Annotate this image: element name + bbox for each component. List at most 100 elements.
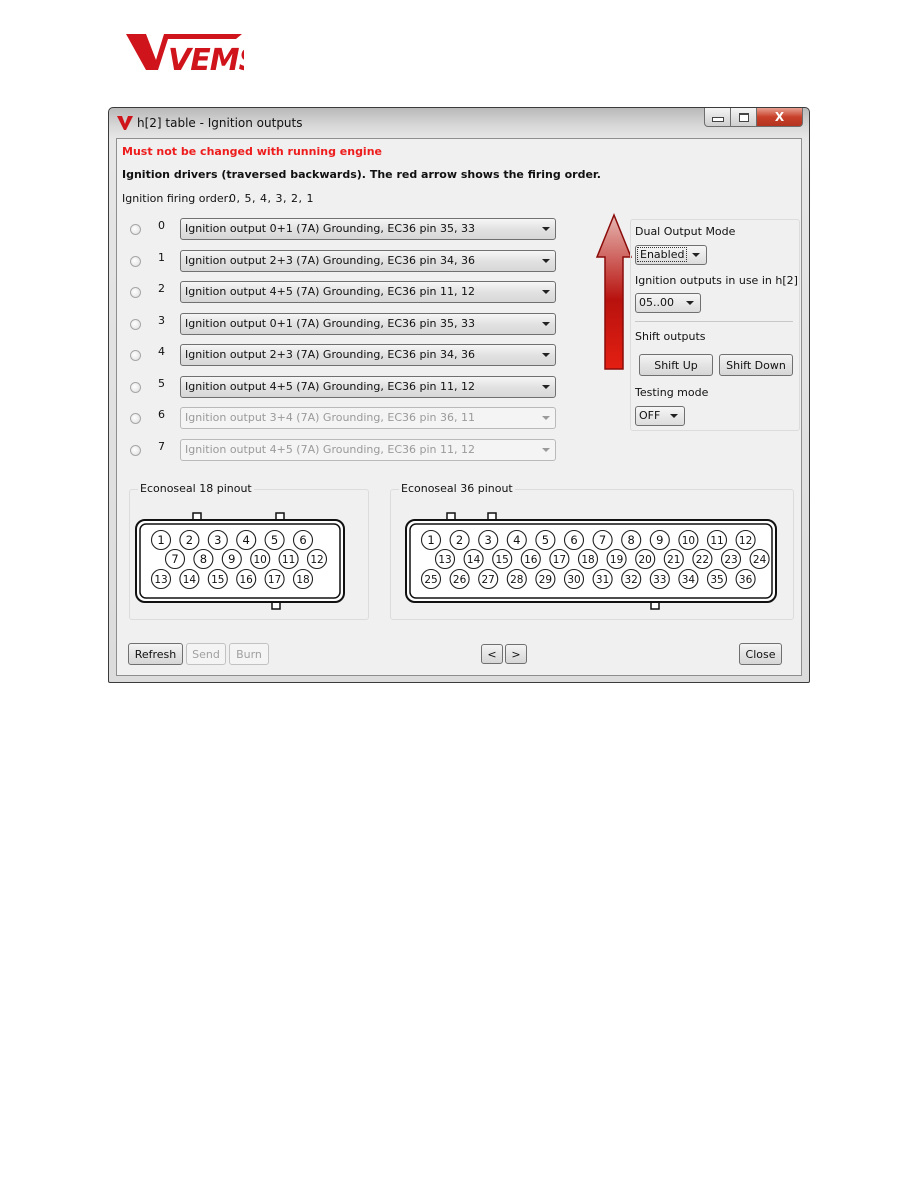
maximize-button[interactable] <box>731 108 757 127</box>
minimize-button[interactable] <box>704 108 731 127</box>
connector-pin: 12 <box>735 529 756 551</box>
next-button[interactable]: > <box>505 644 527 664</box>
chevron-down-icon <box>686 301 694 305</box>
burn-button[interactable]: Burn <box>229 643 269 665</box>
connector-pin: 32 <box>621 568 642 590</box>
connector-pin: 33 <box>649 568 670 590</box>
output-index: 6 <box>158 408 165 421</box>
pin-number: 4 <box>513 533 520 547</box>
pin-number: 10 <box>254 554 267 566</box>
output-select-value: Ignition output 4+5 (7A) Grounding, EC36… <box>185 285 475 298</box>
pin-number: 11 <box>710 535 723 547</box>
output-select[interactable]: Ignition output 2+3 (7A) Grounding, EC36… <box>180 250 556 272</box>
connector-pin: 24 <box>749 548 770 570</box>
output-select[interactable]: Ignition output 0+1 (7A) Grounding, EC36… <box>180 218 556 240</box>
connector-pin: 22 <box>692 548 713 570</box>
output-select[interactable]: Ignition output 4+5 (7A) Grounding, EC36… <box>180 439 556 461</box>
connector-pin: 3 <box>478 529 499 551</box>
outputs-in-use-label: Ignition outputs in use in h[2] <box>635 274 798 287</box>
title-bar[interactable]: h[2] table - Ignition outputs X <box>109 108 809 138</box>
info-text: Ignition drivers (traversed backwards). … <box>122 168 601 181</box>
connector-pin: 20 <box>635 548 656 570</box>
output-radio[interactable] <box>130 445 141 456</box>
output-select[interactable]: Ignition output 4+5 (7A) Grounding, EC36… <box>180 376 556 398</box>
outputs-in-use-select[interactable]: 05..00 <box>635 293 701 313</box>
output-select[interactable]: Ignition output 4+5 (7A) Grounding, EC36… <box>180 281 556 303</box>
pin-number: 31 <box>596 574 609 586</box>
connector-pin: 8 <box>621 529 642 551</box>
connector-pin: 8 <box>193 548 214 570</box>
connector-pin: 15 <box>492 548 513 570</box>
output-select[interactable]: Ignition output 0+1 (7A) Grounding, EC36… <box>180 313 556 335</box>
pin-number: 10 <box>682 535 695 547</box>
econoseal-18-title: Econoseal 18 pinout <box>138 482 254 495</box>
shift-outputs-label: Shift outputs <box>635 330 706 343</box>
pin-number: 27 <box>482 574 495 586</box>
pin-number: 5 <box>542 533 549 547</box>
shift-down-button[interactable]: Shift Down <box>719 354 793 376</box>
previous-button[interactable]: < <box>481 644 503 664</box>
connector-pin: 16 <box>520 548 541 570</box>
connector-pin: 35 <box>706 568 728 590</box>
pin-number: 6 <box>570 533 577 547</box>
pin-number: 9 <box>228 552 235 566</box>
chevron-down-icon <box>692 253 700 257</box>
shift-up-button[interactable]: Shift Up <box>639 354 713 376</box>
output-radio[interactable] <box>130 350 141 361</box>
refresh-button[interactable]: Refresh <box>128 643 183 665</box>
connector-pin: 36 <box>735 568 756 590</box>
pin-number: 22 <box>696 554 709 566</box>
connector-pin: 15 <box>207 568 228 590</box>
connector-pin: 18 <box>577 548 599 570</box>
connector-pin: 14 <box>463 548 484 570</box>
output-select-value: Ignition output 2+3 (7A) Grounding, EC36… <box>185 348 475 361</box>
pin-number: 7 <box>599 533 606 547</box>
connector-pin: 4 <box>506 529 527 551</box>
output-radio[interactable] <box>130 382 141 393</box>
econoseal-18-group: Econoseal 18 pinout 1 2 3 4 5 6 7 8 9 10 11 12 13 14 1… <box>129 482 369 620</box>
pin-number: 29 <box>539 574 552 586</box>
pin-number: 8 <box>628 533 635 547</box>
close-button[interactable]: Close <box>739 643 782 665</box>
output-radio[interactable] <box>130 319 141 330</box>
pin-number: 11 <box>282 554 295 566</box>
dialog-window: h[2] table - Ignition outputs X Must not… <box>108 107 810 683</box>
output-index: 5 <box>158 377 165 390</box>
vems-logo: VEMS <box>126 34 244 74</box>
connector-pin: 6 <box>292 529 314 551</box>
connector-pin: 34 <box>678 568 699 590</box>
connector-pin: 16 <box>236 568 257 590</box>
send-button[interactable]: Send <box>186 643 226 665</box>
pin-number: 14 <box>183 574 197 586</box>
output-select[interactable]: Ignition output 3+4 (7A) Grounding, EC36… <box>180 407 556 429</box>
pin-number: 17 <box>268 574 281 586</box>
output-select[interactable]: Ignition output 2+3 (7A) Grounding, EC36… <box>180 344 556 366</box>
testing-mode-select[interactable]: OFF <box>635 406 685 426</box>
output-select-value: Ignition output 0+1 (7A) Grounding, EC36… <box>185 317 475 330</box>
output-select-value: Ignition output 0+1 (7A) Grounding, EC36… <box>185 222 475 235</box>
output-index: 0 <box>158 219 165 232</box>
pin-number: 12 <box>310 554 323 566</box>
pin-number: 3 <box>214 533 221 547</box>
close-window-button[interactable]: X <box>757 108 803 127</box>
firing-order-value: 0, 5, 4, 3, 2, 1 <box>229 192 314 205</box>
pin-number: 35 <box>710 574 723 586</box>
output-select-value: Ignition output 3+4 (7A) Grounding, EC36… <box>185 411 475 424</box>
connector-pin: 7 <box>164 548 186 570</box>
output-select-value: Ignition output 4+5 (7A) Grounding, EC36… <box>185 443 475 456</box>
output-index: 4 <box>158 345 165 358</box>
options-panel: Dual Output Mode Enabled Ignition output… <box>630 219 800 431</box>
pin-number: 3 <box>485 533 492 547</box>
output-radio[interactable] <box>130 413 141 424</box>
connector-pin: 1 <box>420 529 442 551</box>
pin-number: 24 <box>753 554 767 566</box>
output-radio[interactable] <box>130 287 141 298</box>
chevron-down-icon <box>542 290 550 294</box>
output-radio[interactable] <box>130 224 141 235</box>
pin-number: 16 <box>524 554 538 566</box>
connector-pin: 17 <box>549 548 570 570</box>
connector-pin: 2 <box>179 529 200 551</box>
dual-output-select[interactable]: Enabled <box>635 245 707 265</box>
output-radio[interactable] <box>130 256 141 267</box>
connector-pin: 27 <box>478 568 499 590</box>
